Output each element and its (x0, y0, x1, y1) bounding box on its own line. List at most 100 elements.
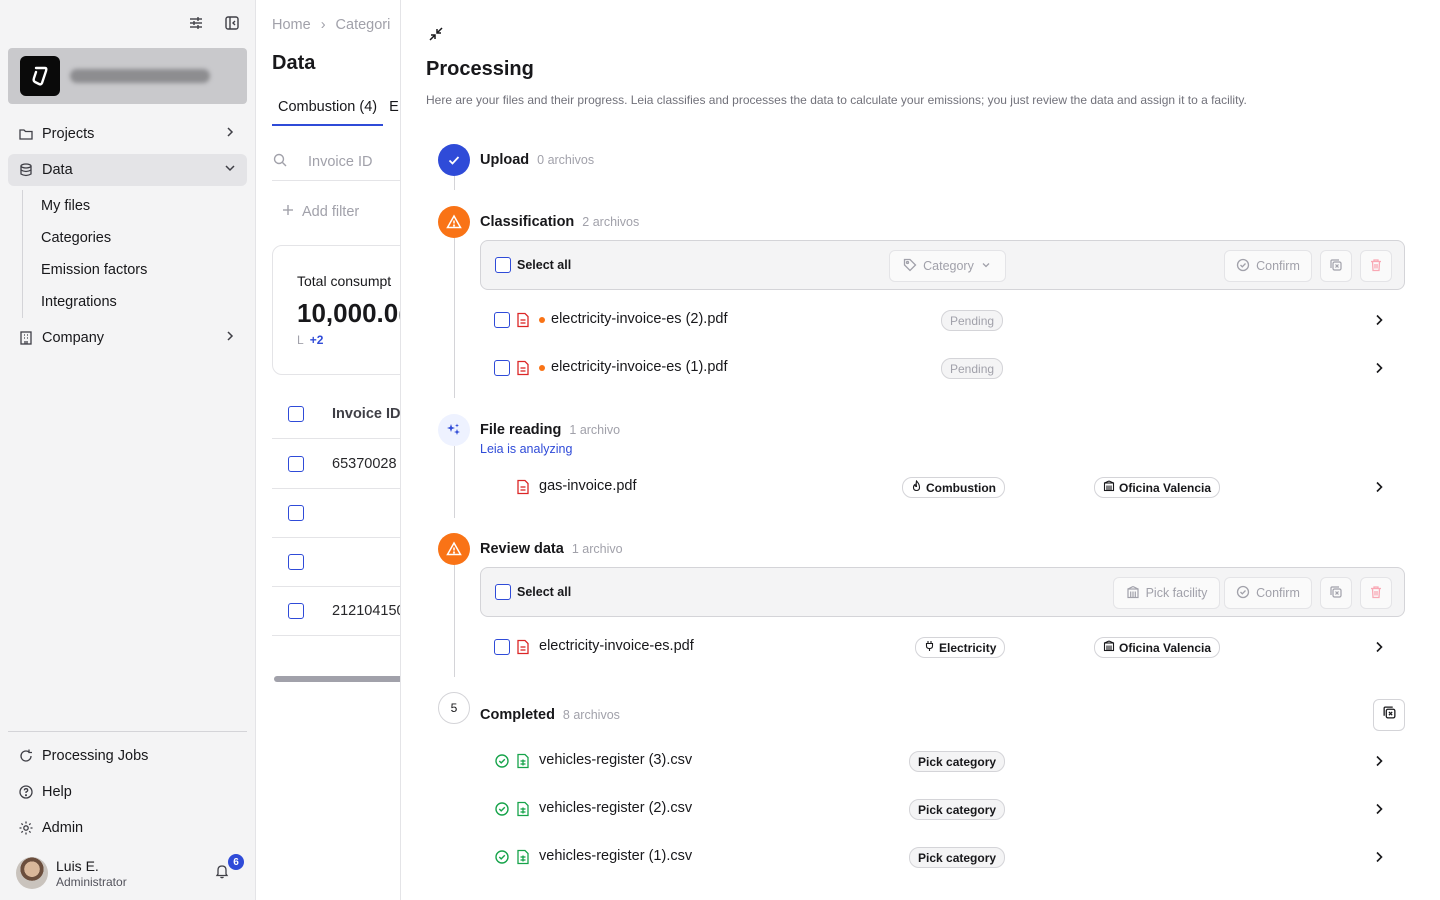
classification-toolbar: Select all Category Confirm (480, 240, 1405, 290)
tab-next[interactable]: E (383, 99, 399, 115)
chevron-right-icon[interactable] (1371, 753, 1387, 769)
flame-icon (911, 479, 922, 495)
table-row[interactable]: 65370028 (272, 440, 401, 489)
table-row[interactable]: 212104150 (272, 587, 401, 636)
remove-copy-icon (1382, 705, 1397, 725)
sidebar-item-integrations[interactable]: Integrations (41, 286, 247, 318)
file-checkbox[interactable] (494, 360, 510, 376)
file-row-electricity-invoice-es-1[interactable]: electricity-invoice-es (1).pdf Pending (480, 352, 1405, 384)
minimize-panel-icon[interactable] (427, 25, 445, 43)
file-checkbox[interactable] (494, 312, 510, 328)
user-profile[interactable]: Luis E. Administrator 6 (16, 854, 246, 891)
pick-facility-label: Pick facility (1145, 586, 1208, 600)
file-row-gas-invoice[interactable]: gas-invoice.pdf Combustion Oficina Valen… (480, 471, 1405, 503)
warning-icon (438, 533, 470, 565)
nav-item-help[interactable]: Help (8, 776, 247, 808)
table-row[interactable] (272, 489, 401, 538)
horizontal-scrollbar[interactable] (274, 676, 401, 682)
file-row-vehicles-register-1[interactable]: vehicles-register (1).csv Pick category (480, 841, 1405, 873)
sidebar-item-categories[interactable]: Categories (41, 222, 247, 254)
more-units-toggle[interactable]: +2 (310, 333, 324, 347)
file-row-vehicles-register-3[interactable]: vehicles-register (3).csv Pick category (480, 745, 1405, 777)
organization-name-blurred (70, 69, 210, 83)
pdf-file-icon (516, 639, 530, 655)
building-icon (18, 330, 34, 346)
unassign-all-button[interactable] (1373, 699, 1405, 731)
confirm-button[interactable]: Confirm (1224, 577, 1312, 609)
breadcrumb-categories[interactable]: Categori (336, 17, 391, 33)
select-all-checkbox[interactable]: Select all (495, 257, 571, 273)
select-all-checkbox[interactable] (288, 406, 304, 422)
pick-facility-button[interactable]: Pick facility (1113, 577, 1220, 609)
file-row-electricity-invoice-es-2[interactable]: electricity-invoice-es (2).pdf Pending (480, 304, 1405, 336)
organization-logo (20, 56, 60, 96)
search-input[interactable]: Invoice ID (272, 152, 401, 172)
nav-item-projects[interactable]: Projects (8, 118, 247, 150)
column-header-invoice-id[interactable]: Invoice ID (332, 406, 401, 422)
unit-label: L (297, 333, 304, 347)
trash-icon (1369, 585, 1383, 602)
trash-icon (1369, 258, 1383, 275)
facility-badge: Oficina Valencia (1094, 637, 1221, 658)
pick-category-button[interactable]: Pick category (909, 847, 1006, 868)
notification-count-badge: 6 (228, 854, 244, 870)
delete-button[interactable] (1360, 250, 1392, 282)
sidebar-item-emission-factors[interactable]: Emission factors (41, 254, 247, 286)
step-review-data-title: Review data 1 archivo (480, 541, 623, 557)
sidebar: Projects Data My files Categories Emissi… (0, 0, 256, 900)
plug-icon (924, 640, 935, 655)
building-icon (1103, 640, 1115, 655)
chevron-right-icon[interactable] (1371, 801, 1387, 817)
checkbox[interactable] (495, 584, 511, 600)
unassign-button[interactable] (1320, 577, 1352, 609)
step-label: Review data (480, 541, 564, 557)
row-checkbox[interactable] (288, 505, 304, 521)
row-checkbox[interactable] (288, 456, 304, 472)
row-checkbox[interactable] (288, 554, 304, 570)
chevron-right-icon[interactable] (1371, 639, 1387, 655)
row-checkbox[interactable] (288, 603, 304, 619)
settings-sliders-icon[interactable] (187, 14, 205, 32)
tab-combustion[interactable]: Combustion (4) (272, 99, 384, 126)
file-checkbox[interactable] (494, 639, 510, 655)
chevron-down-icon (980, 259, 992, 274)
checkbox[interactable] (495, 257, 511, 273)
table-header: Invoice ID (272, 390, 401, 439)
nav-item-data[interactable]: Data (8, 154, 247, 186)
step-label: Classification (480, 214, 575, 230)
nav-item-processing-jobs[interactable]: Processing Jobs (8, 740, 247, 772)
file-name: gas-invoice.pdf (539, 478, 637, 494)
add-filter-button[interactable]: Add filter (282, 204, 359, 220)
chevron-right-icon[interactable] (1371, 360, 1387, 376)
sidebar-item-my-files[interactable]: My files (41, 190, 247, 222)
select-all-checkbox[interactable]: Select all (495, 584, 571, 600)
search-icon (272, 152, 288, 172)
upload-complete-icon (438, 144, 470, 176)
chevron-right-icon[interactable] (1371, 479, 1387, 495)
nav-item-company[interactable]: Company (8, 322, 247, 354)
pdf-file-icon (516, 312, 530, 328)
csv-file-icon (516, 849, 530, 865)
category-dropdown[interactable]: Category (889, 250, 1006, 282)
chevron-down-icon (223, 161, 237, 179)
notifications-button[interactable]: 6 (212, 854, 244, 883)
pick-category-button[interactable]: Pick category (909, 751, 1006, 772)
table-row[interactable] (272, 538, 401, 587)
delete-button[interactable] (1360, 577, 1392, 609)
chevron-right-icon[interactable] (1371, 312, 1387, 328)
nav-label: Processing Jobs (42, 748, 149, 764)
nav-item-admin[interactable]: Admin (8, 812, 247, 844)
breadcrumb-home[interactable]: Home (272, 17, 311, 33)
organization-switcher[interactable] (8, 48, 247, 104)
help-circle-icon (18, 784, 34, 800)
chevron-right-icon[interactable] (1371, 849, 1387, 865)
file-row-vehicles-register-2[interactable]: vehicles-register (2).csv Pick category (480, 793, 1405, 825)
collapse-sidebar-icon[interactable] (223, 14, 241, 32)
confirm-button[interactable]: Confirm (1224, 250, 1312, 282)
card-label: Total consumpt (297, 273, 392, 289)
panel-description: Here are your files and their progress. … (426, 93, 1247, 107)
category-badge: Combustion (902, 477, 1005, 498)
unassign-button[interactable] (1320, 250, 1352, 282)
file-row-electricity-invoice-es[interactable]: electricity-invoice-es.pdf Electricity O… (480, 631, 1405, 663)
pick-category-button[interactable]: Pick category (909, 799, 1006, 820)
